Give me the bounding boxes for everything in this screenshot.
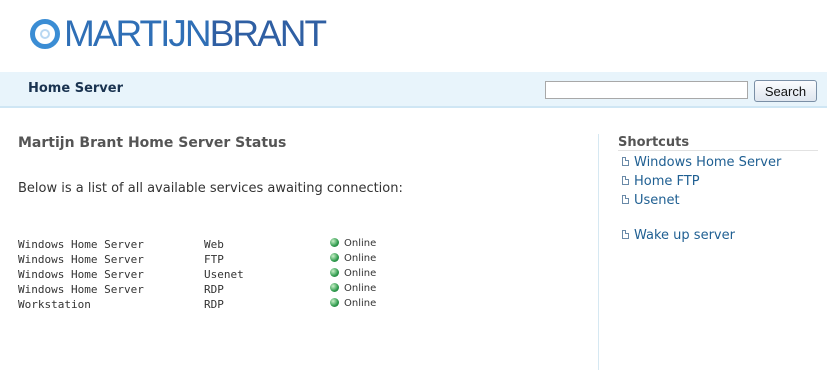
shortcuts-title: Shortcuts <box>618 135 690 150</box>
status-label: Online <box>344 238 377 249</box>
service-host: Workstation <box>18 298 91 311</box>
service-host: Windows Home Server <box>18 268 144 281</box>
logo-part-2: BRANT <box>209 13 327 54</box>
nav-home-link[interactable]: Home Server <box>28 81 123 96</box>
status-label: Online <box>344 283 377 294</box>
page-icon <box>622 157 629 166</box>
page-icon <box>622 195 629 204</box>
status-label: Online <box>344 298 377 309</box>
status-label: Online <box>344 253 377 264</box>
logo-ring-icon <box>30 19 60 49</box>
shortcut-wake-up-server[interactable]: Wake up server <box>622 228 735 243</box>
intro-text: Below is a list of all available service… <box>18 181 403 196</box>
service-type: RDP <box>204 283 224 296</box>
logo-text: MARTIJNBRANT <box>64 13 327 54</box>
status-online-icon <box>330 283 339 292</box>
page-icon <box>622 176 629 185</box>
service-type: Web <box>204 238 224 251</box>
shortcut-label: Home FTP <box>634 174 700 189</box>
service-host: Windows Home Server <box>18 238 144 251</box>
service-status: Online <box>330 268 376 279</box>
shortcut-label: Wake up server <box>634 228 735 243</box>
service-status: Online <box>330 283 376 294</box>
status-online-icon <box>330 253 339 262</box>
shortcuts-rule <box>618 150 818 151</box>
shortcut-usenet[interactable]: Usenet <box>622 193 680 208</box>
service-type: RDP <box>204 298 224 311</box>
service-host: Windows Home Server <box>18 253 144 266</box>
status-online-icon <box>330 238 339 247</box>
service-host: Windows Home Server <box>18 283 144 296</box>
status-online-icon <box>330 298 339 307</box>
nav-bar: Home Server Search <box>0 72 827 108</box>
status-online-icon <box>330 268 339 277</box>
shortcut-windows-home-server[interactable]: Windows Home Server <box>622 155 781 170</box>
shortcut-home-ftp[interactable]: Home FTP <box>622 174 700 189</box>
search-button[interactable]: Search <box>754 80 817 102</box>
status-label: Online <box>344 268 377 279</box>
sidebar-divider <box>598 134 599 370</box>
service-type: FTP <box>204 253 224 266</box>
shortcut-label: Windows Home Server <box>634 155 782 170</box>
service-status: Online <box>330 298 376 309</box>
shortcut-label: Usenet <box>634 193 680 208</box>
site-logo[interactable]: MARTIJNBRANT <box>30 13 327 54</box>
service-status: Online <box>330 238 376 249</box>
page-title: Martijn Brant Home Server Status <box>18 135 287 151</box>
search-input[interactable] <box>545 81 748 99</box>
logo-part-1: MARTIJN <box>64 13 212 54</box>
service-type: Usenet <box>204 268 244 281</box>
service-status: Online <box>330 253 376 264</box>
page-icon <box>622 230 629 239</box>
